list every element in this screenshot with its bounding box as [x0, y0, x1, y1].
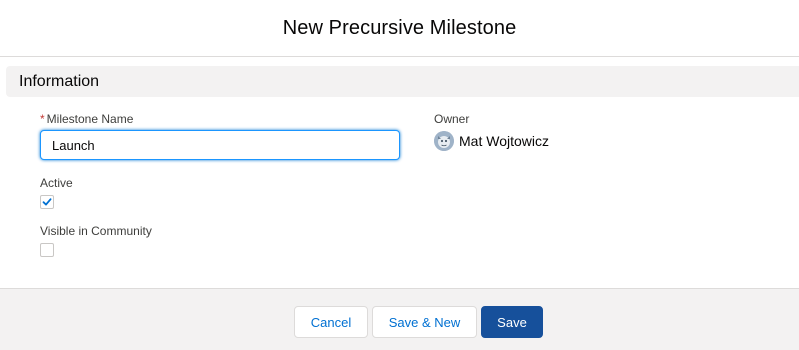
owner-label: Owner [434, 112, 470, 126]
milestone-name-input[interactable] [40, 130, 400, 160]
visible-in-community-checkbox[interactable] [40, 243, 54, 257]
section-information-header[interactable]: Information [6, 66, 799, 97]
cancel-button[interactable]: Cancel [294, 306, 368, 338]
active-checkbox[interactable] [40, 195, 54, 209]
owner-value: Mat Wojtowicz [434, 131, 549, 151]
required-marker: * [40, 112, 45, 126]
modal-title: New Precursive Milestone [282, 16, 517, 39]
owner-name[interactable]: Mat Wojtowicz [459, 133, 549, 149]
milestone-name-label-text: Milestone Name [46, 112, 134, 126]
modal-header: New Precursive Milestone [0, 0, 799, 57]
new-milestone-modal: New Precursive Milestone Information * Mi… [0, 0, 799, 350]
milestone-name-label: * Milestone Name [40, 112, 133, 126]
section-title: Information [19, 72, 100, 90]
save-button[interactable]: Save [481, 306, 543, 338]
active-label: Active [40, 176, 73, 190]
user-avatar-icon [434, 131, 454, 151]
checkmark-icon [42, 198, 52, 206]
save-and-new-button[interactable]: Save & New [372, 306, 477, 338]
visible-in-community-label: Visible in Community [40, 224, 152, 238]
